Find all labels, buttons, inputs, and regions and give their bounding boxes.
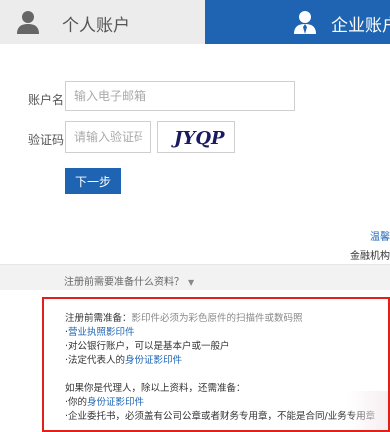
- tab-personal-account[interactable]: 个人账户: [0, 0, 205, 44]
- account-name-label: 账户名: [28, 93, 65, 107]
- req-item4-prefix: ·你的: [65, 397, 88, 408]
- user-icon: [17, 11, 39, 34]
- account-email-input[interactable]: [65, 81, 295, 111]
- business-user-icon: [294, 11, 316, 34]
- chevron-down-icon: ▼: [188, 278, 195, 287]
- requirements-bar: 注册前需要准备什么资料？ ▼: [0, 264, 390, 290]
- requirements-panel: 注册前需准备：影印件必须为彩色原件的扫描件或数码照 ·营业执照影印件 ·对公银行…: [42, 297, 390, 432]
- req-intro-note: 影印件必须为彩色原件的扫描件或数码照: [131, 313, 303, 324]
- side-link[interactable]: 温馨: [370, 228, 390, 243]
- captcha-image[interactable]: JYQP: [157, 121, 235, 153]
- captcha-glyphs: JYQP: [171, 128, 225, 149]
- business-license-link[interactable]: 营业执照影印件: [68, 327, 135, 338]
- req-item-agent-id: ·你的身份证影印件: [65, 394, 144, 408]
- tab-enterprise-label: 企业账户: [331, 16, 390, 36]
- captcha-text: JYQP: [171, 128, 225, 149]
- req-agent-title: 如果你是代理人，除以上资料，还需准备：: [65, 383, 246, 394]
- req-item-business-license: ·营业执照影印件: [65, 324, 135, 338]
- legal-rep-id-link[interactable]: 身份证影印件: [125, 355, 182, 366]
- tab-enterprise-account[interactable]: 企业账户: [205, 0, 390, 44]
- req-item-bank-account: ·对公银行账户，可以是基本户或一般户: [65, 341, 230, 352]
- req-item-legal-rep-id: ·法定代表人的身份证影印件: [65, 352, 182, 366]
- side-text: 金融机构: [350, 251, 390, 262]
- requirements-toggle[interactable]: 注册前需要准备什么资料？ ▼: [64, 273, 194, 288]
- tab-personal-label: 个人账户: [62, 16, 130, 36]
- edge-fade: [348, 391, 388, 430]
- next-step-button[interactable]: 下一步: [65, 168, 121, 194]
- captcha-label: 验证码: [28, 133, 65, 147]
- req-item-power-of-attorney: ·企业委托书，必须盖有公司公章或者财务专用章，不能是合同/业务专用章: [65, 411, 376, 422]
- requirements-toggle-label: 注册前需要准备什么资料？: [64, 277, 184, 288]
- req-intro-prefix: 注册前需准备：: [65, 313, 132, 324]
- agent-id-link[interactable]: 身份证影印件: [87, 397, 144, 408]
- captcha-input[interactable]: [65, 121, 151, 153]
- account-type-tabs: 个人账户 企业账户: [0, 0, 390, 44]
- req-item3-prefix: ·法定代表人的: [65, 355, 126, 366]
- req-intro-line: 注册前需准备：影印件必须为彩色原件的扫描件或数码照: [65, 310, 303, 324]
